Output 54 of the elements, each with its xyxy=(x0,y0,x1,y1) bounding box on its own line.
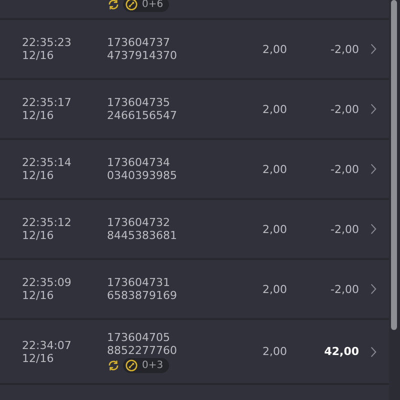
bet-date: 12/16 xyxy=(22,352,55,364)
result-amount: -2,00 xyxy=(330,162,359,176)
bet-id: 2466156547 xyxy=(107,109,178,122)
bet-date: 12/16 xyxy=(22,229,55,242)
refresh-icon[interactable] xyxy=(107,358,120,372)
bet-row[interactable]: 22:35:14 12/16 173604734 0340393985 2,00 -2,00 xyxy=(0,140,389,200)
bet-id: 173604732 xyxy=(107,216,171,229)
bet-id: 6583879169 xyxy=(107,289,178,302)
scrollbar[interactable] xyxy=(391,0,397,330)
bet-date: 12/16 xyxy=(22,289,55,302)
bet-date: 12/16 xyxy=(22,109,55,122)
bet-time: 22:35:23 xyxy=(22,36,72,49)
bet-id: 173604731 xyxy=(107,276,171,289)
stake-amount: 2,00 xyxy=(262,222,287,236)
bet-id: 173604705 xyxy=(107,330,171,344)
bet-id: 8445383681 xyxy=(107,229,178,242)
refresh-icon[interactable] xyxy=(107,0,120,11)
bet-row[interactable]: 22:35:09 12/16 173604731 6583879169 2,00 -2,00 xyxy=(0,260,389,320)
bet-id: 0340393985 xyxy=(107,169,178,182)
extras-count: 0+3 xyxy=(142,358,164,372)
chevron-right-icon[interactable] xyxy=(370,163,377,175)
result-amount: -2,00 xyxy=(330,282,359,296)
bet-id: 173604737 xyxy=(107,36,171,49)
bet-time: 22:35:14 xyxy=(22,156,72,169)
stake-amount: 2,00 xyxy=(262,282,287,296)
result-amount: 42,00 xyxy=(323,345,359,358)
bet-id: 173604735 xyxy=(107,96,171,109)
bet-id: 173604734 xyxy=(107,156,171,169)
bet-row[interactable]: 22:35:23 12/16 173604737 4737914370 2,00 -2,00 xyxy=(0,20,389,80)
chevron-right-icon[interactable] xyxy=(370,283,377,295)
bet-id: 4737914370 xyxy=(107,49,178,62)
bet-id: 8852277760 xyxy=(107,344,178,356)
bet-date: 12/16 xyxy=(22,169,55,182)
chevron-right-icon[interactable] xyxy=(370,346,377,358)
link-icon xyxy=(125,358,138,372)
result-amount: -2,00 xyxy=(330,42,359,56)
chevron-right-icon[interactable] xyxy=(370,43,377,55)
stake-amount: 2,00 xyxy=(262,42,287,56)
bet-time: 22:35:12 xyxy=(22,216,72,229)
chevron-right-icon[interactable] xyxy=(370,223,377,235)
stake-amount: 2,00 xyxy=(262,102,287,116)
bet-time: 22:35:17 xyxy=(22,96,72,109)
result-amount: -2,00 xyxy=(330,102,359,116)
stake-amount: 2,00 xyxy=(262,345,287,358)
bet-row[interactable]: 22:35:12 12/16 173604732 8445383681 2,00 -2,00 xyxy=(0,200,389,260)
stake-amount: 2,00 xyxy=(262,162,287,176)
bet-time: 22:34:07 xyxy=(22,338,72,352)
bet-date: 12/16 xyxy=(22,49,55,62)
bet-row[interactable]: 22:34:07 12/16 173604705 8852277760 0+3 2,00 42,00 xyxy=(0,320,389,385)
link-icon xyxy=(125,0,138,11)
chevron-right-icon[interactable] xyxy=(370,103,377,115)
result-amount: -2,00 xyxy=(330,222,359,236)
bet-time: 22:35:09 xyxy=(22,276,72,289)
bet-row[interactable]: 22:35:17 12/16 173604735 2466156547 2,00 -2,00 xyxy=(0,80,389,140)
